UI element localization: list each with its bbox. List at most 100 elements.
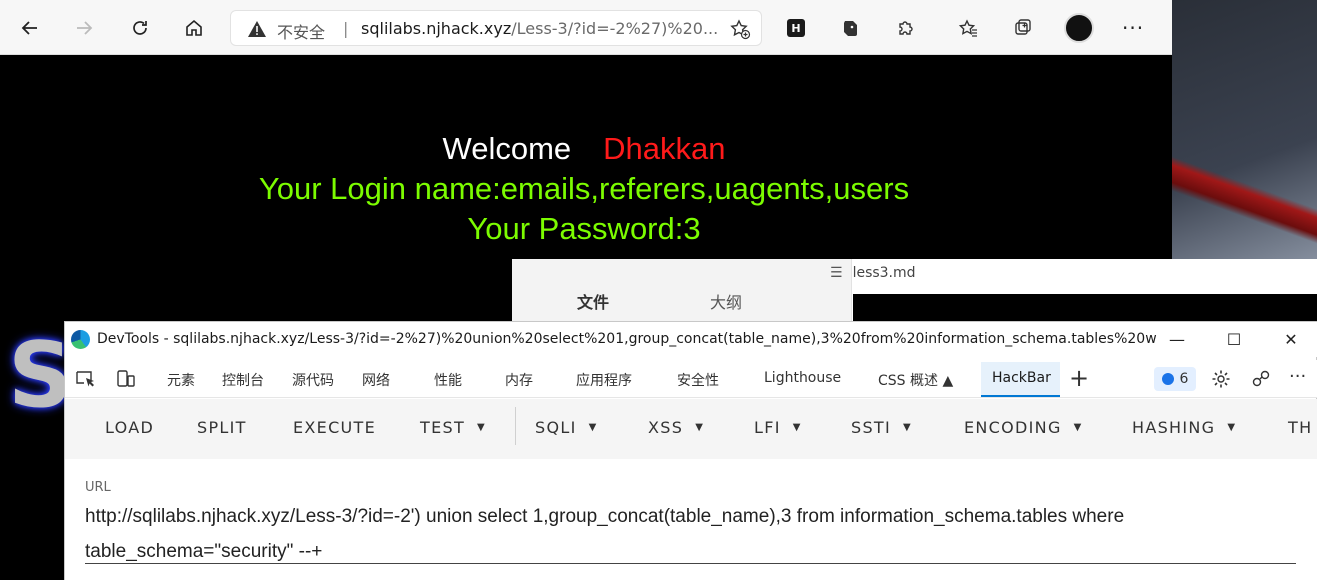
tab-lighthouse[interactable]: Lighthouse: [764, 370, 841, 386]
elephant-icon: [844, 21, 857, 36]
refresh-icon: [133, 21, 147, 35]
hackbar-xss-label: XSS: [648, 418, 684, 437]
hackbar-th[interactable]: TH: [1288, 418, 1312, 437]
caret-down-icon: ▼: [477, 422, 487, 433]
hackbar-divider: [515, 407, 516, 445]
tab-css-overview[interactable]: CSS 概述 ▲: [878, 370, 953, 390]
url-field-underline: [85, 563, 1296, 564]
welcome-text: Welcome: [442, 131, 572, 166]
hackbar-load-label: LOAD: [105, 418, 155, 437]
password-line: Your Password:3: [467, 211, 701, 246]
forward-button[interactable]: [68, 12, 100, 44]
hackbar-test[interactable]: TEST ▼: [420, 418, 486, 437]
hackbar-lfi[interactable]: LFI ▼: [754, 418, 802, 437]
customize-icon[interactable]: [1250, 369, 1272, 389]
hackbar-sqli-label: SQLI: [535, 418, 577, 437]
extensions-button[interactable]: [892, 14, 920, 42]
tab-files[interactable]: 文件: [577, 289, 609, 313]
h-extension-icon: H: [787, 19, 805, 37]
refresh-button[interactable]: [124, 12, 156, 44]
hackbar-ssti[interactable]: SSTI ▼: [851, 418, 912, 437]
devtools-tabbar: 元素 控制台 源代码 网络 性能 内存 应用程序 安全性 Lighthouse …: [65, 360, 1317, 398]
md-file-title: ☰ less3.md: [830, 265, 916, 281]
md-filename: less3.md: [852, 265, 916, 281]
insecure-label: 不安全: [277, 23, 326, 42]
tab-elements[interactable]: 元素: [167, 370, 195, 390]
caret-down-icon: ▼: [588, 422, 598, 433]
devtools-titlebar: DevTools - sqlilabs.njhack.xyz/Less-3/?i…: [65, 322, 1317, 357]
welcome-username: Dhakkan: [603, 131, 726, 166]
hackbar-sqli[interactable]: SQLI ▼: [535, 418, 598, 437]
tab-hackbar[interactable]: HackBar: [992, 370, 1051, 386]
home-button[interactable]: [178, 12, 210, 44]
url-field-label: URL: [85, 480, 111, 495]
edge-logo-icon: [71, 330, 90, 349]
url-textarea[interactable]: http://sqlilabs.njhack.xyz/Less-3/?id=-2…: [85, 499, 1205, 569]
add-tab-button[interactable]: +: [1069, 364, 1089, 392]
favorites-button[interactable]: [954, 14, 982, 42]
back-button[interactable]: [14, 12, 46, 44]
issues-badge[interactable]: 6: [1154, 367, 1196, 391]
arrow-right-icon: [77, 21, 93, 35]
devtools-window: DevTools - sqlilabs.njhack.xyz/Less-3/?i…: [64, 321, 1317, 580]
extension-h-button[interactable]: H: [782, 14, 810, 42]
hackbar-lfi-label: LFI: [754, 418, 781, 437]
device-emulation-icon[interactable]: [115, 369, 137, 389]
close-button[interactable]: ✕: [1279, 328, 1303, 352]
hackbar-xss[interactable]: XSS ▼: [648, 418, 704, 437]
collections-icon: [1015, 19, 1031, 35]
tab-sources[interactable]: 源代码: [292, 370, 334, 390]
add-favorite-icon[interactable]: [729, 18, 751, 40]
url-host: sqlilabs.njhack.xyz: [361, 19, 512, 38]
caret-down-icon: ▼: [1073, 422, 1083, 433]
puzzle-icon: [899, 21, 913, 35]
tab-console[interactable]: 控制台: [222, 370, 264, 390]
settings-gear-icon[interactable]: [1210, 369, 1232, 389]
arrow-left-icon: [21, 21, 37, 35]
more-menu-button[interactable]: ···: [1122, 16, 1144, 40]
hamburger-menu-icon[interactable]: ☰: [830, 265, 843, 281]
address-url: sqlilabs.njhack.xyz/Less-3/?id=-2%27)%20…: [361, 19, 721, 38]
hackbar-encoding[interactable]: ENCODING ▼: [964, 418, 1083, 437]
evernote-extension-button[interactable]: [836, 14, 864, 42]
favorites-star-icon: [958, 19, 977, 37]
collections-button[interactable]: [1009, 14, 1037, 42]
wallpaper-detail: [1172, 140, 1317, 260]
login-name-line: Your Login name:emails,referers,uagents,…: [258, 171, 910, 206]
hackbar-execute[interactable]: EXECUTE: [293, 418, 376, 437]
url-path: /Less-3/?id=-2%27)%20...: [511, 19, 719, 38]
tab-application[interactable]: 应用程序: [576, 370, 632, 390]
devtools-more-button[interactable]: ···: [1289, 366, 1306, 387]
hackbar-ssti-label: SSTI: [851, 418, 892, 437]
hackbar-split[interactable]: SPLIT: [197, 418, 247, 437]
caret-down-icon: ▼: [1227, 422, 1237, 433]
maximize-button[interactable]: ☐: [1222, 328, 1246, 352]
hackbar-split-label: SPLIT: [197, 418, 247, 437]
inspect-element-icon[interactable]: [75, 369, 97, 389]
minimize-button[interactable]: —: [1165, 328, 1189, 352]
tab-outline[interactable]: 大纲: [710, 289, 742, 313]
tab-security[interactable]: 安全性: [677, 370, 719, 390]
message-bubble-icon: [1161, 373, 1174, 385]
hackbar-test-label: TEST: [420, 418, 466, 437]
welcome-line: Welcome Dhakkan: [0, 131, 1168, 167]
hackbar-hashing[interactable]: HASHING ▼: [1132, 418, 1236, 437]
issues-count: 6: [1179, 371, 1189, 387]
tab-memory[interactable]: 内存: [505, 370, 533, 390]
caret-down-icon: ▼: [695, 422, 705, 433]
home-icon: [186, 19, 202, 36]
address-separator: |: [343, 19, 349, 38]
hackbar-menu: LOAD SPLIT EXECUTE TEST ▼ SQLI ▼ XSS ▼ LFI ▼…: [65, 399, 1317, 535]
browser-toolbar: 不安全 | sqlilabs.njhack.xyz/Less-3/?id=-2%…: [0, 0, 1172, 55]
profile-avatar[interactable]: [1064, 13, 1094, 43]
caret-down-icon: ▼: [903, 422, 913, 433]
tab-network[interactable]: 网络: [362, 370, 390, 390]
hackbar-hashing-label: HASHING: [1132, 418, 1216, 437]
hackbar-th-label: TH: [1288, 418, 1313, 437]
hackbar-execute-label: EXECUTE: [293, 418, 377, 437]
tab-performance[interactable]: 性能: [434, 370, 462, 390]
address-bar[interactable]: 不安全 | sqlilabs.njhack.xyz/Less-3/?id=-2%…: [230, 10, 762, 46]
sqli-logo: S: [8, 323, 73, 428]
hackbar-load[interactable]: LOAD: [105, 418, 154, 437]
hackbar-encoding-label: ENCODING: [964, 418, 1062, 437]
